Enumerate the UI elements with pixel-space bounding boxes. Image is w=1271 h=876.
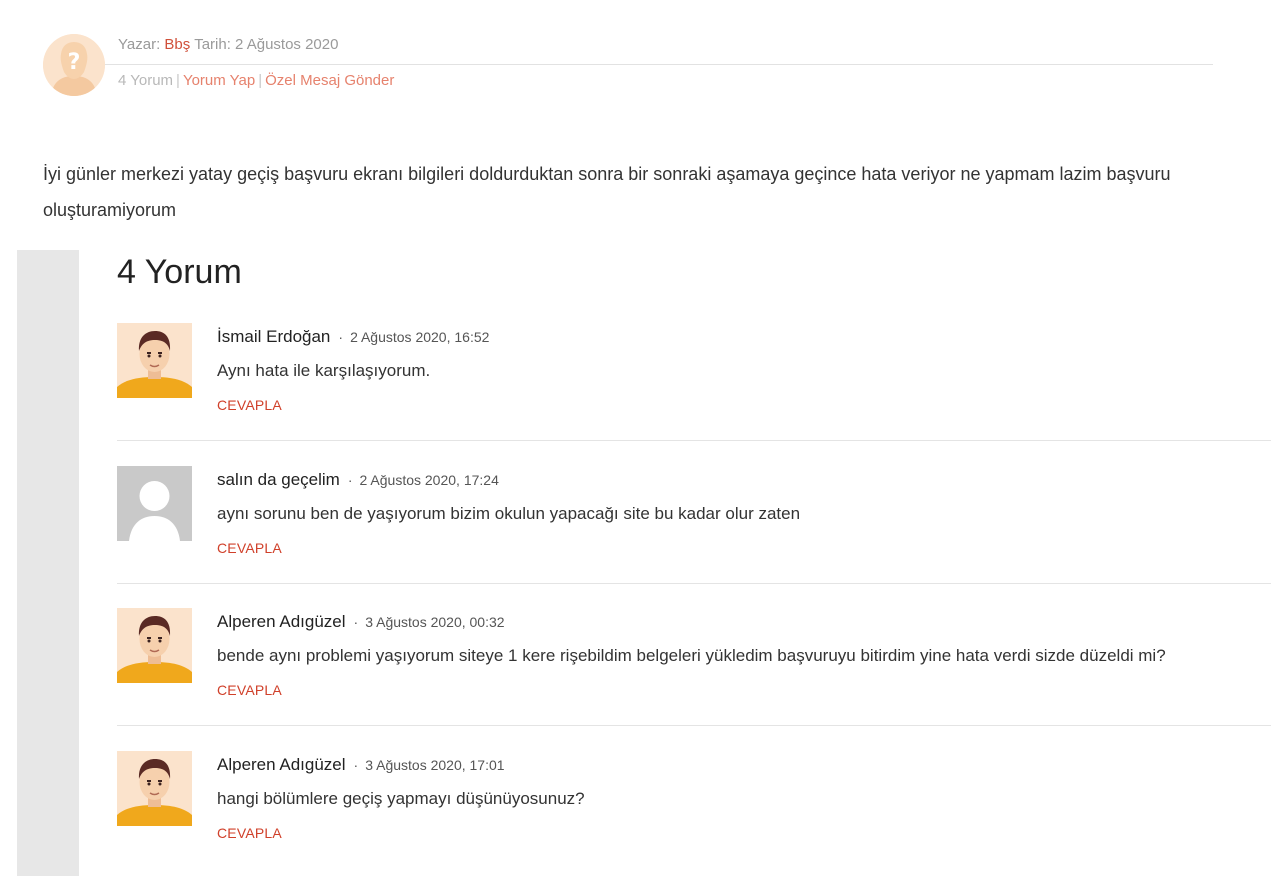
post-meta-actions: 4 Yorum | Yorum Yap | Özel Mesaj Gönder	[118, 72, 394, 89]
author-prefix: Yazar:	[118, 36, 161, 53]
comment-divider	[117, 583, 1271, 584]
separator: |	[176, 72, 180, 89]
comment-author[interactable]: Alperen Adıgüzel	[217, 755, 346, 774]
page: ? Yazar: Bbş Tarih: 2 Ağustos 2020 4 Yor…	[0, 0, 1271, 876]
comment-date[interactable]: 2 Ağustos 2020, 16:52	[350, 329, 489, 345]
comment-author[interactable]: İsmail Erdoğan	[217, 327, 330, 346]
unknown-user-avatar-icon: ?	[43, 34, 105, 96]
comment-text: bende aynı problemi yaşıyorum siteye 1 k…	[217, 646, 1166, 665]
cartoon-man-avatar-icon	[117, 323, 192, 398]
comment-header: salın da geçelim · 2 Ağustos 2020, 17:24	[217, 470, 499, 490]
comment-date[interactable]: 3 Ağustos 2020, 17:01	[365, 757, 504, 773]
question-body: İyi günler merkezi yatay geçiş başvuru e…	[43, 164, 1171, 220]
private-message-link[interactable]: Özel Mesaj Gönder	[265, 72, 394, 89]
separator-dot: ·	[338, 329, 344, 345]
comment-date[interactable]: 3 Ağustos 2020, 00:32	[365, 614, 504, 630]
reply-button[interactable]: CEVAPLA	[217, 825, 282, 841]
comment-text: hangi bölümlere geçiş yapmayı düşünüyosu…	[217, 789, 585, 808]
cartoon-man-avatar-icon	[117, 608, 192, 683]
comment-author[interactable]: salın da geçelim	[217, 470, 340, 489]
author-link[interactable]: Bbş	[164, 36, 190, 53]
separator-dot: ·	[347, 472, 353, 488]
comment-header: İsmail Erdoğan · 2 Ağustos 2020, 16:52	[217, 327, 489, 347]
write-comment-link[interactable]: Yorum Yap	[183, 72, 255, 89]
post-date: Tarih: 2 Ağustos 2020	[194, 36, 339, 53]
comment-text: aynı sorunu ben de yaşıyorum bizim okulu…	[217, 504, 801, 523]
post-meta-author-date: Yazar: Bbş Tarih: 2 Ağustos 2020	[118, 36, 338, 53]
meta-divider	[105, 64, 1213, 65]
comment-divider	[117, 725, 1271, 726]
reply-button[interactable]: CEVAPLA	[217, 682, 282, 698]
separator-dot: ·	[353, 757, 359, 773]
comment-divider	[117, 440, 1271, 441]
comments-title: 4 Yorum	[117, 253, 242, 291]
reply-button[interactable]: CEVAPLA	[217, 540, 282, 556]
cartoon-man-avatar-icon	[117, 751, 192, 826]
comment-count: 4 Yorum	[118, 72, 174, 89]
comment-header: Alperen Adıgüzel · 3 Ağustos 2020, 17:01	[217, 755, 505, 775]
default-user-avatar-icon	[117, 466, 192, 541]
comment-author[interactable]: Alperen Adıgüzel	[217, 612, 346, 631]
separator: |	[258, 72, 263, 89]
svg-text:?: ?	[68, 50, 81, 75]
comment-text: Aynı hata ile karşılaşıyorum.	[217, 361, 431, 380]
separator-dot: ·	[353, 614, 359, 630]
reply-button[interactable]: CEVAPLA	[217, 397, 282, 413]
comment-date[interactable]: 2 Ağustos 2020, 17:24	[360, 472, 499, 488]
comment-header: Alperen Adıgüzel · 3 Ağustos 2020, 00:32	[217, 612, 505, 632]
left-gutter	[17, 250, 79, 876]
